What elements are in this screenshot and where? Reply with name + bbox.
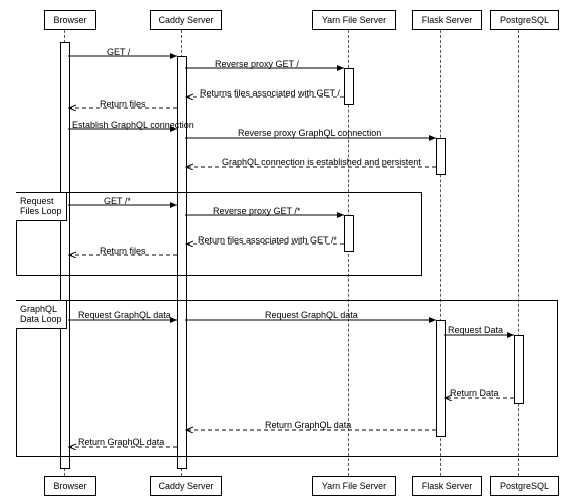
msg-get-root: GET / xyxy=(107,47,130,57)
msg-return-graphql-2: Return GraphQL data xyxy=(78,437,164,447)
msg-establish-graphql: Establish GraphQL connection xyxy=(72,120,194,130)
msg-request-data: Request Data xyxy=(448,325,503,335)
msg-graphql-established: GraphQL connection is established and pe… xyxy=(222,157,421,167)
participant-postgresql-bottom: PostgreSQL xyxy=(490,476,559,496)
frame-graphql-data-loop xyxy=(16,300,558,457)
msg-revproxy-graphql: Reverse proxy GraphQL connection xyxy=(238,128,381,138)
participant-yarn-bottom: Yarn File Server xyxy=(312,476,396,496)
msg-returns-files-root: Returns files associated with GET / xyxy=(200,88,340,98)
msg-return-graphql-1: Return GraphQL data xyxy=(265,420,351,430)
participant-flask-bottom: Flask Server xyxy=(412,476,482,496)
msg-return-files-2: Return files xyxy=(100,246,146,256)
participant-postgresql: PostgreSQL xyxy=(490,10,559,30)
participant-caddy: Caddy Server xyxy=(150,10,222,30)
participant-browser-bottom: Browser xyxy=(44,476,96,496)
msg-get-star: GET /* xyxy=(104,196,131,206)
msg-revproxy-get-root: Reverse proxy GET / xyxy=(215,59,299,69)
participant-caddy-bottom: Caddy Server xyxy=(150,476,222,496)
participant-browser: Browser xyxy=(44,10,96,30)
frame-label-request-files-loop: Request Files Loop xyxy=(16,193,67,221)
activation-yarn-1 xyxy=(344,68,354,105)
msg-return-files-star: Return files associated with GET /* xyxy=(198,235,337,245)
frame-label-graphql-data-loop: GraphQL Data Loop xyxy=(16,301,67,329)
msg-req-graphql-1: Request GraphQL data xyxy=(78,310,171,320)
msg-return-files-1: Return files xyxy=(100,99,146,109)
msg-revproxy-get-star: Reverse proxy GET /* xyxy=(213,206,300,216)
activation-flask-1 xyxy=(436,138,446,175)
participant-yarn: Yarn File Server xyxy=(312,10,396,30)
msg-return-data: Return Data xyxy=(450,388,499,398)
participant-flask: Flask Server xyxy=(412,10,482,30)
frame-request-files-loop xyxy=(16,192,422,276)
msg-req-graphql-2: Request GraphQL data xyxy=(265,310,358,320)
